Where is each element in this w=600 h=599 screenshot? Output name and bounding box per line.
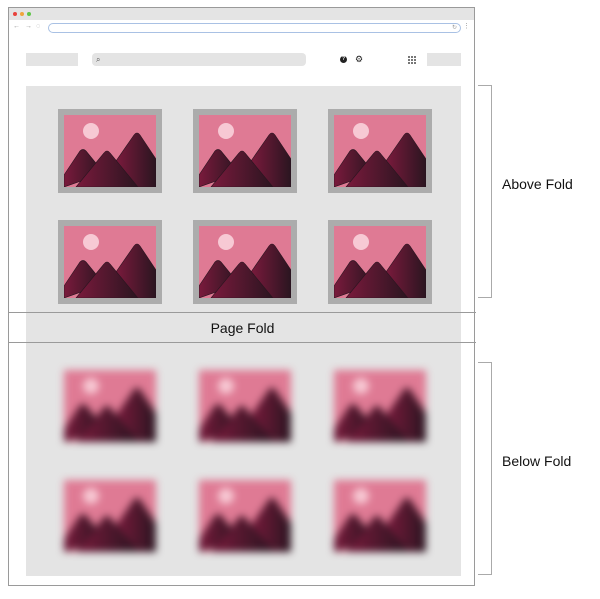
landscape-image-icon (334, 115, 426, 187)
below-fold-image-1[interactable] (58, 364, 162, 448)
title-bar (9, 8, 474, 20)
apps-grid-icon[interactable] (408, 56, 416, 64)
above-fold-image-6[interactable] (328, 220, 432, 304)
search-icon: ⌕ (96, 55, 101, 64)
above-fold-bracket (478, 85, 492, 298)
landscape-image-icon (199, 226, 291, 298)
landscape-image-icon (64, 480, 156, 552)
logo-placeholder[interactable] (26, 53, 78, 66)
above-fold-image-4[interactable] (58, 220, 162, 304)
maximize-window-button[interactable] (27, 12, 31, 16)
close-window-button[interactable] (13, 12, 17, 16)
landscape-image-icon (199, 370, 291, 442)
forward-arrow-icon[interactable]: → (25, 23, 32, 31)
landscape-image-icon (334, 226, 426, 298)
back-arrow-icon[interactable]: ← (13, 23, 20, 31)
below-fold-image-4[interactable] (58, 474, 162, 558)
below-fold-image-3[interactable] (328, 364, 432, 448)
help-icon[interactable]: ? (340, 56, 347, 63)
landscape-image-icon (199, 480, 291, 552)
above-fold-image-3[interactable] (328, 109, 432, 193)
search-input[interactable]: ⌕ (92, 53, 306, 66)
reload-icon[interactable]: ↻ (452, 24, 457, 32)
above-fold-image-5[interactable] (193, 220, 297, 304)
page-fold-band: Page Fold (9, 312, 476, 343)
browser-window: ← → ◌ ↻ ⋮ ⌕ ? ⚙ Page Fold (8, 7, 476, 586)
landscape-image-icon (334, 480, 426, 552)
account-placeholder[interactable] (427, 53, 461, 66)
below-fold-label: Below Fold (502, 453, 572, 469)
below-fold-image-2[interactable] (193, 364, 297, 448)
address-bar[interactable]: ↻ (48, 23, 461, 33)
navigation-bar: ← → ◌ ↻ ⋮ (9, 20, 474, 36)
gear-icon[interactable]: ⚙ (355, 55, 363, 64)
above-fold-image-2[interactable] (193, 109, 297, 193)
browser-menu-icon[interactable]: ⋮ (463, 23, 470, 31)
landscape-image-icon (64, 370, 156, 442)
below-fold-image-6[interactable] (328, 474, 432, 558)
landscape-image-icon (334, 370, 426, 442)
landscape-image-icon (64, 115, 156, 187)
landscape-image-icon (64, 226, 156, 298)
minimize-window-button[interactable] (20, 12, 24, 16)
below-fold-bracket (478, 362, 492, 575)
landscape-image-icon (199, 115, 291, 187)
above-fold-image-1[interactable] (58, 109, 162, 193)
below-fold-image-5[interactable] (193, 474, 297, 558)
shield-icon[interactable]: ◌ (36, 23, 40, 31)
page-fold-label: Page Fold (210, 319, 275, 336)
above-fold-label: Above Fold (502, 176, 573, 192)
